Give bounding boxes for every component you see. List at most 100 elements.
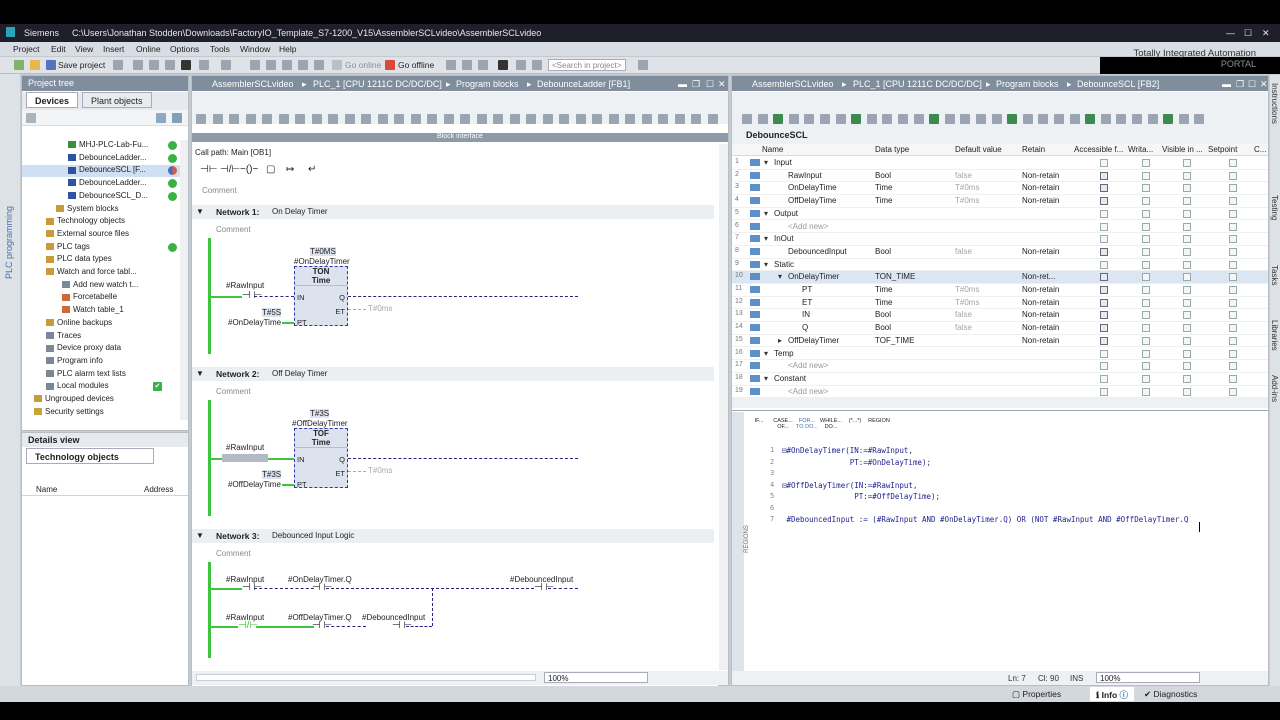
scl-tool-icon[interactable]	[1178, 114, 1189, 124]
tree-item-11[interactable]: Add new watch t...	[22, 280, 180, 292]
col-header-2[interactable]: Default value	[955, 145, 1002, 154]
row-checkbox[interactable]	[1183, 159, 1191, 167]
scl-tool-icon[interactable]	[1022, 114, 1033, 124]
tab-devices[interactable]: Devices	[26, 92, 79, 108]
ladder-tool-icon[interactable]	[608, 114, 619, 124]
float-editor-icon[interactable]: ❐	[692, 79, 700, 90]
menu-tools[interactable]: Tools	[210, 44, 230, 54]
row-checkbox[interactable]	[1183, 286, 1191, 294]
row-checkbox[interactable]	[1100, 311, 1108, 320]
tree-item-0[interactable]: MHJ-PLC-Lab-Fu...	[22, 140, 180, 152]
ladder-tool-icon[interactable]	[476, 114, 487, 124]
interface-row-11[interactable]: 11 PT Time T#0ms Non-retain	[732, 284, 1268, 297]
col-header-0[interactable]: Name	[762, 145, 783, 154]
interface-row-14[interactable]: 14 Q Bool false Non-retain	[732, 322, 1268, 335]
tree-item-20[interactable]: Ungrouped devices	[22, 394, 180, 406]
ladder-tool-icon[interactable]	[196, 114, 206, 124]
maximize-icon[interactable]: ☐	[1244, 28, 1252, 39]
row-checkbox[interactable]	[1142, 273, 1150, 282]
interface-row-8[interactable]: 8 DebouncedInput Bool false Non-retain	[732, 246, 1268, 259]
row-checkbox[interactable]	[1142, 260, 1150, 269]
row-checkbox[interactable]	[1142, 349, 1150, 358]
network-2-pt-tag[interactable]: #OffDelayTime	[228, 480, 281, 489]
network-2-contact[interactable]	[222, 454, 268, 462]
row-checkbox[interactable]	[1183, 387, 1191, 396]
row-checkbox[interactable]	[1142, 184, 1150, 193]
row-name[interactable]: Temp	[774, 349, 794, 358]
scl-tool-icon[interactable]	[913, 114, 924, 124]
col-header-3[interactable]: Retain	[1022, 145, 1045, 154]
tree-item-4[interactable]: DebounceSCL_D...	[22, 191, 180, 203]
row-checkbox[interactable]	[1100, 336, 1108, 345]
row-checkbox[interactable]	[1183, 209, 1191, 218]
scl-zoom-select[interactable]: 100%	[1096, 672, 1200, 683]
menu-online[interactable]: Online	[136, 44, 161, 54]
network-3-header[interactable]: ▼ Network 3: Debounced Input Logic	[192, 529, 714, 543]
row-checkbox[interactable]	[1142, 159, 1150, 167]
row-type[interactable]: Time	[875, 285, 892, 294]
row-checkbox[interactable]	[1229, 171, 1237, 180]
details-col-name[interactable]: Name	[36, 485, 57, 494]
right-tab-3[interactable]: Libraries	[1270, 320, 1279, 351]
tree-item-16[interactable]: Device proxy data	[22, 343, 180, 355]
tree-item-2[interactable]: DebounceSCL [F...	[22, 165, 180, 178]
row-checkbox[interactable]	[1229, 387, 1237, 396]
tree-item-17[interactable]: Program info	[22, 356, 180, 368]
menu-edit[interactable]: Edit	[51, 44, 66, 54]
row-checkbox[interactable]	[1100, 260, 1108, 269]
close-branch-icon[interactable]: ↵	[308, 164, 316, 175]
scl-tool-icon[interactable]	[929, 114, 940, 124]
ladder-tool-icon[interactable]	[674, 114, 685, 124]
accessible-devices-icon[interactable]	[446, 60, 456, 70]
scl-tool-icon[interactable]	[960, 114, 971, 124]
no-contact-icon[interactable]: ⊣⊢	[200, 164, 217, 175]
undo-icon[interactable]	[199, 60, 209, 70]
row-retain[interactable]: Non-retain	[1022, 310, 1059, 319]
row-type[interactable]: Bool	[875, 247, 891, 256]
go-offline-button[interactable]: Go offline	[398, 60, 434, 70]
minimize-editor-icon[interactable]: ▬	[678, 79, 687, 89]
delete-icon[interactable]	[181, 60, 191, 70]
row-name[interactable]: Input	[774, 158, 792, 167]
ladder-tool-icon[interactable]	[526, 114, 536, 124]
close-icon[interactable]: ✕	[1262, 28, 1270, 39]
block-interface-bar[interactable]: Block interface	[192, 133, 728, 142]
row-checkbox[interactable]	[1142, 298, 1150, 307]
scl-tool-icon[interactable]	[1116, 114, 1127, 124]
go-online-icon[interactable]	[332, 60, 342, 70]
scl-tool-icon[interactable]	[1038, 114, 1049, 124]
expand-arrow-icon[interactable]: ▾	[764, 158, 768, 167]
network-1-timer-name[interactable]: #OnDelayTimer	[294, 257, 350, 266]
row-default[interactable]: false	[955, 247, 972, 256]
row-name[interactable]: Q	[802, 323, 808, 332]
col-header-5[interactable]: Writa...	[1128, 145, 1153, 154]
row-checkbox[interactable]	[1229, 349, 1237, 358]
network-3-comment[interactable]: Comment	[216, 549, 251, 558]
instr-tab-3[interactable]: WHILE... DO...	[820, 418, 842, 430]
row-checkbox[interactable]	[1229, 197, 1237, 206]
scl-tool-icon[interactable]	[773, 114, 784, 124]
scl-tool-icon[interactable]	[835, 114, 846, 124]
stop-cpu-icon[interactable]	[478, 60, 488, 70]
interface-row-17[interactable]: 17 <Add new>	[732, 360, 1268, 373]
row-checkbox[interactable]	[1142, 247, 1150, 256]
ladder-zoom-select[interactable]: 100%	[544, 672, 648, 683]
row-retain[interactable]: Non-retain	[1022, 323, 1059, 332]
instr-tab-5[interactable]: REGION	[868, 418, 890, 424]
ladder-tool-icon[interactable]	[427, 114, 437, 124]
tree-item-5[interactable]: System blocks	[22, 204, 180, 216]
scl-crumb-plc[interactable]: PLC_1 [CPU 1211C DC/DC/DC]	[853, 79, 982, 89]
row-name[interactable]: IN	[802, 310, 810, 319]
row-name[interactable]: OnDelayTimer	[788, 272, 839, 281]
ladder-tool-icon[interactable]	[460, 114, 470, 124]
row-checkbox[interactable]	[1142, 286, 1150, 294]
row-name[interactable]: OffDelayTimer	[788, 336, 839, 345]
scl-float-icon[interactable]: ❐	[1236, 79, 1244, 90]
menu-project[interactable]: Project	[13, 44, 39, 54]
row-retain[interactable]: Non-retain	[1022, 247, 1059, 256]
block-comment[interactable]: Comment	[202, 186, 237, 195]
scl-tool-icon[interactable]	[1085, 114, 1096, 124]
expand-arrow-icon[interactable]: ▾	[764, 349, 768, 358]
scl-tool-icon[interactable]	[1069, 114, 1080, 124]
instr-tab-1[interactable]: CASE... OF...	[772, 418, 794, 430]
